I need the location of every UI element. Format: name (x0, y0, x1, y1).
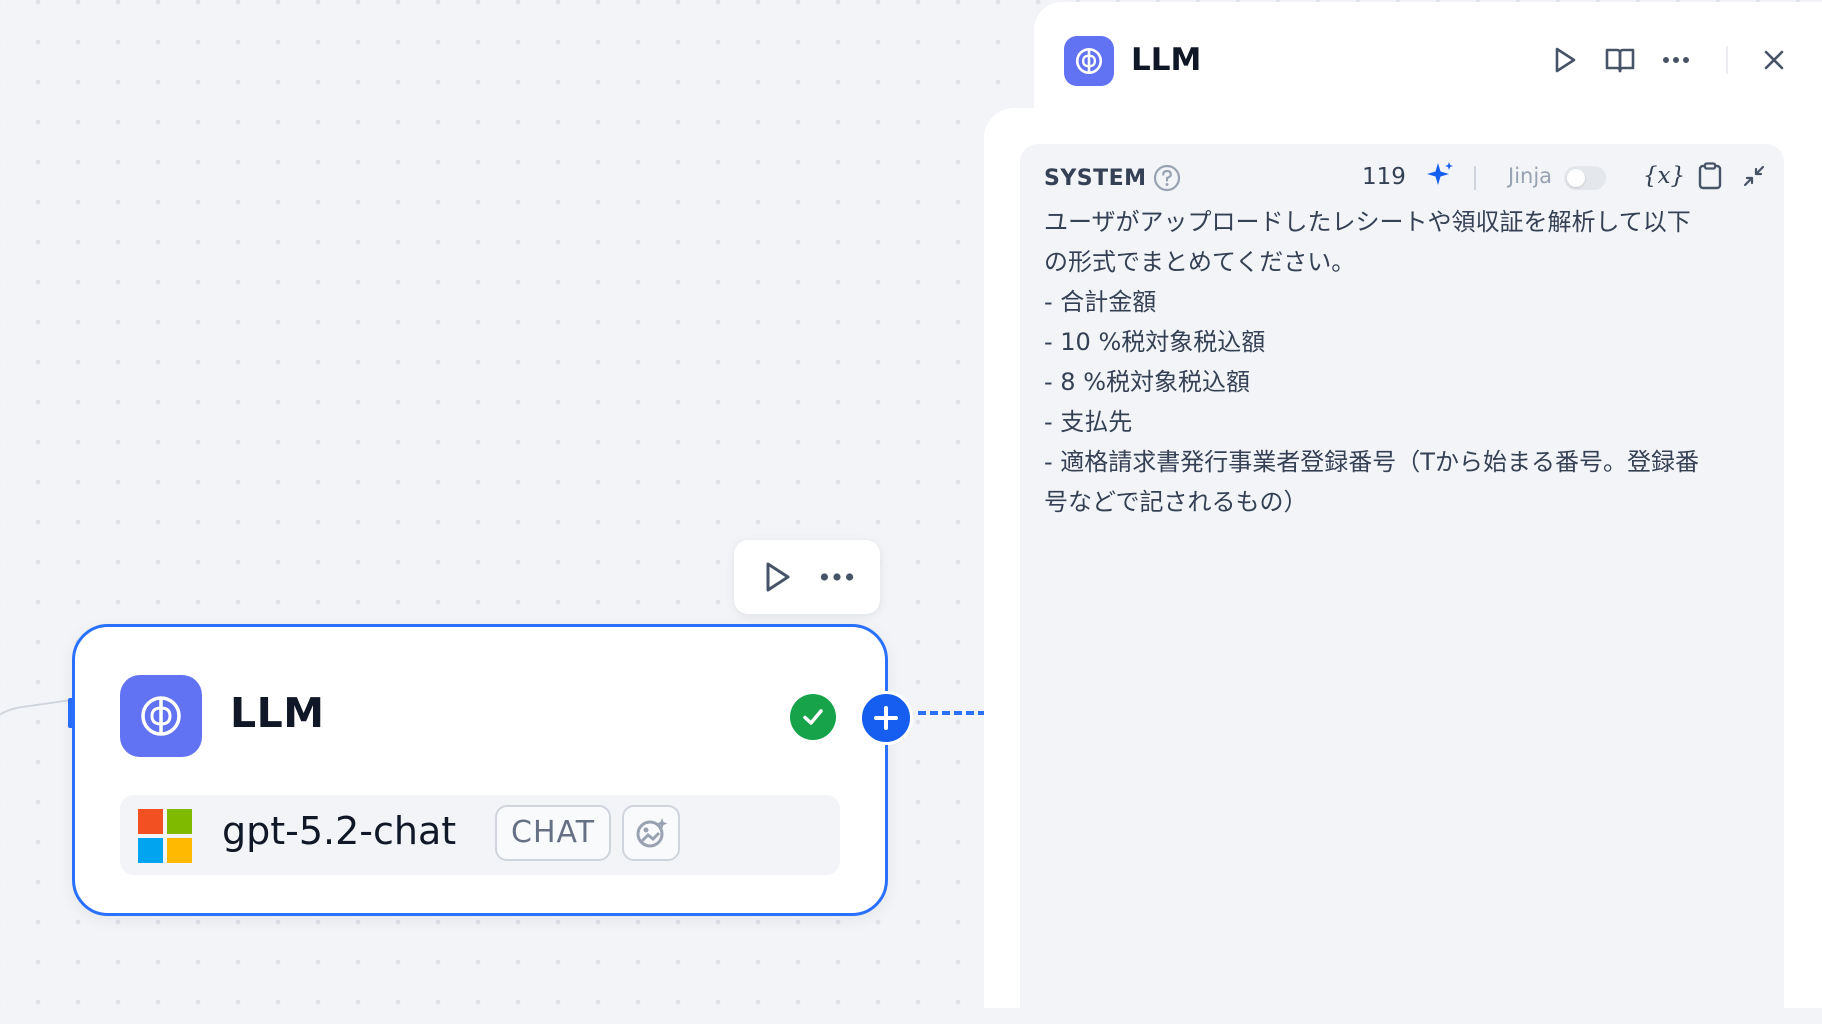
play-icon (1555, 47, 1576, 73)
system-prompt-label: SYSTEM (1044, 166, 1147, 191)
vision-feature-badge (622, 805, 680, 861)
help-icon[interactable] (1152, 163, 1182, 193)
model-selector[interactable]: gpt-5.2-chat CHAT (120, 795, 840, 875)
more-horizontal-icon (820, 573, 854, 581)
play-icon (766, 562, 790, 592)
panel-header-divider (1726, 46, 1728, 74)
model-name: gpt-5.2-chat (222, 809, 457, 853)
vision-icon (636, 818, 668, 848)
brain-icon (141, 696, 181, 736)
panel-run-button[interactable] (1545, 40, 1585, 80)
panel-node-icon (1064, 36, 1114, 86)
more-horizontal-icon (1663, 57, 1689, 63)
editor-toolbar-divider (1474, 166, 1476, 190)
node-icon (120, 675, 202, 757)
node-run-button[interactable] (759, 559, 795, 595)
llm-node[interactable]: LLM gpt-5.2-chat CHAT (72, 624, 913, 916)
book-icon (1605, 48, 1635, 73)
system-prompt-editor[interactable]: SYSTEM 119 Jinja {x} ユーザがアップロードしたレシートや領収… (1020, 144, 1784, 1024)
panel-docs-button[interactable] (1600, 40, 1640, 80)
sparkle-icon (1427, 162, 1453, 185)
copy-button[interactable] (1692, 158, 1728, 194)
node-status (790, 694, 836, 740)
success-check-icon (803, 709, 823, 725)
clipboard-icon (1698, 162, 1722, 190)
panel-close-button[interactable] (1754, 40, 1794, 80)
system-prompt-text[interactable]: ユーザがアップロードしたレシートや領収証を解析して以下 の形式でまとめてください… (1044, 202, 1774, 522)
panel-title: LLM (1131, 42, 1202, 78)
prompt-generator-button[interactable] (1422, 158, 1458, 194)
model-mode-badge: CHAT (495, 805, 612, 861)
insert-variable-button[interactable]: {x} (1643, 158, 1685, 194)
node-more-button[interactable] (819, 559, 855, 595)
jinja-label: Jinja (1508, 164, 1553, 188)
microsoft-logo-icon (138, 809, 192, 863)
token-count: 119 (1362, 164, 1406, 190)
brain-icon (1075, 47, 1103, 75)
close-icon (1764, 50, 1784, 70)
jinja-toggle[interactable] (1564, 166, 1606, 190)
collapse-button[interactable] (1736, 158, 1772, 194)
node-title: LLM (230, 689, 325, 737)
node-toolbar (734, 540, 880, 614)
collapse-arrows-icon (1743, 165, 1765, 187)
panel-more-button[interactable] (1656, 40, 1696, 80)
plus-icon (874, 706, 898, 730)
add-next-node-button[interactable] (859, 691, 913, 745)
